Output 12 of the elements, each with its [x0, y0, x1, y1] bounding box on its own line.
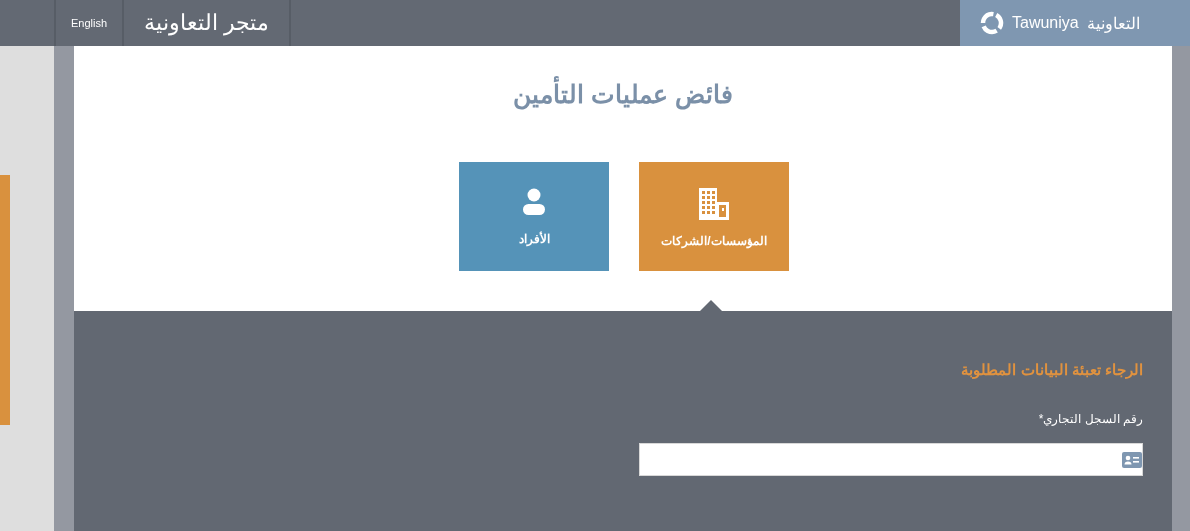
- field-label: رقم السجل التجاري*: [1037, 412, 1143, 426]
- option-card[interactable]: الأفراد: [459, 162, 609, 271]
- store-title: متجر التعاونية: [143, 10, 270, 36]
- language-link[interactable]: English: [70, 17, 108, 29]
- input-field[interactable]: [639, 443, 1143, 476]
- ring-logo-icon: [980, 11, 1004, 35]
- logo-arabic: التعاونية: [1086, 13, 1140, 33]
- logo-latin: Tawuniya: [1012, 14, 1079, 32]
- building-icon: [699, 188, 729, 220]
- id-card-icon: [1122, 451, 1142, 468]
- form-heading: الرجاء تعبئة البيانات المطلوبة: [960, 361, 1143, 379]
- person-icon: [522, 188, 546, 216]
